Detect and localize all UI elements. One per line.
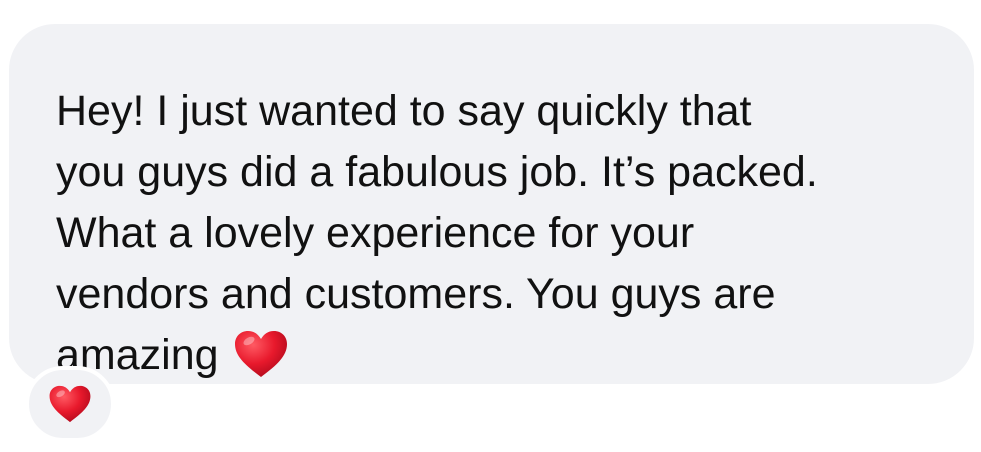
red-heart-icon: [233, 329, 289, 379]
message-line: you guys did a fabulous job. It’s packed…: [56, 148, 818, 196]
message-last-line: amazing: [56, 325, 956, 386]
message-bubble[interactable]: Hey! I just wanted to say quickly that y…: [9, 24, 974, 384]
message-text: Hey! I just wanted to say quickly that y…: [56, 81, 956, 386]
message-line: What a lovely experience for your: [56, 209, 695, 257]
message-line: Hey! I just wanted to say quickly that: [56, 87, 752, 135]
red-heart-icon: [48, 384, 92, 424]
reaction-badge[interactable]: [25, 366, 115, 442]
message-line: vendors and customers. You guys are: [56, 270, 776, 318]
